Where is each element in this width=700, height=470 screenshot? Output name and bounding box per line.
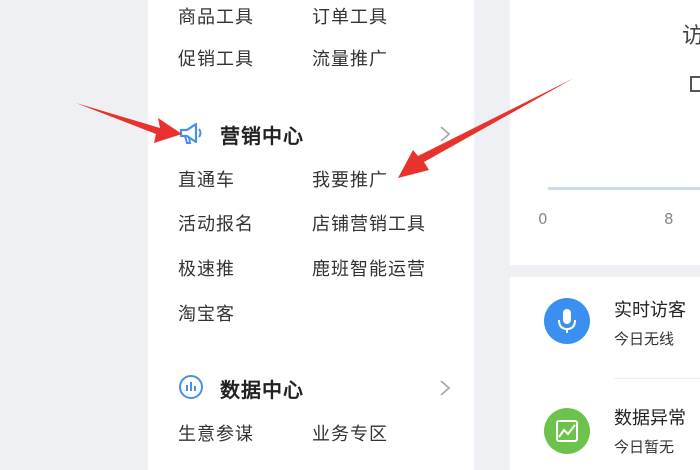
notice-data-anomaly[interactable]: 数据异常 今日暂无 [510, 398, 700, 470]
right-panel: 访 0 8 实时访客 今日无线 数据异常 今日暂无 [510, 0, 700, 470]
menu-item-business-advisor[interactable]: 生意参谋 [178, 420, 254, 446]
axis-tick: 8 [664, 210, 674, 228]
menu-item-i-want-promote[interactable]: 我要推广 [312, 166, 388, 192]
divider [614, 378, 700, 379]
section-header-data[interactable]: 数据中心 [148, 370, 474, 404]
menu-item-luban-smart-ops[interactable]: 鹿班智能运营 [312, 255, 426, 281]
visits-card-title: 访 [682, 24, 700, 49]
microphone-icon [544, 298, 590, 344]
notice-subtitle: 今日无线 [614, 330, 675, 348]
menu-item-traffic-promotion[interactable]: 流量推广 [312, 45, 388, 71]
menu-item-store-marketing-tools[interactable]: 店铺营销工具 [312, 210, 426, 236]
section-title-data: 数据中心 [220, 378, 304, 402]
visits-chart-card: 访 0 8 [510, 0, 700, 265]
megaphone-icon [178, 120, 204, 146]
notice-realtime-visitors[interactable]: 实时访客 今日无线 [510, 290, 700, 380]
menu-item-promotion-tools[interactable]: 促销工具 [178, 45, 254, 71]
sidebar-menu: 商品工具 订单工具 促销工具 流量推广 营销中心 直通车 我要推广 活动报名 店… [148, 0, 474, 470]
menu-item-business-zone[interactable]: 业务专区 [312, 420, 388, 446]
notice-title: 实时访客 [614, 300, 686, 321]
menu-item-order-tools[interactable]: 订单工具 [312, 3, 388, 29]
menu-item-product-tools[interactable]: 商品工具 [178, 3, 254, 29]
section-marketing-center: 营销中心 直通车 我要推广 活动报名 店铺营销工具 极速推 鹿班智能运营 淘宝客 [148, 116, 474, 326]
chart-axis-line [548, 187, 700, 190]
section-data-center: 数据中心 生意参谋 业务专区 [148, 370, 474, 470]
panel-gap [510, 265, 700, 277]
section-title-marketing: 营销中心 [220, 124, 304, 148]
menu-item-ztc[interactable]: 直通车 [178, 166, 235, 192]
chevron-right-icon[interactable] [438, 378, 452, 398]
notice-title: 数据异常 [614, 408, 686, 429]
notice-subtitle: 今日暂无 [614, 438, 675, 456]
axis-tick: 0 [538, 210, 548, 228]
menu-item-event-signup[interactable]: 活动报名 [178, 210, 254, 236]
section-header-marketing[interactable]: 营销中心 [148, 116, 474, 150]
chevron-right-icon[interactable] [438, 124, 452, 144]
bar-chart-icon [178, 374, 204, 400]
chart-image-icon [544, 408, 590, 454]
menu-item-express-promote[interactable]: 极速推 [178, 255, 235, 281]
menu-item-taobaoke[interactable]: 淘宝客 [178, 300, 235, 326]
legend-marker [690, 76, 700, 92]
